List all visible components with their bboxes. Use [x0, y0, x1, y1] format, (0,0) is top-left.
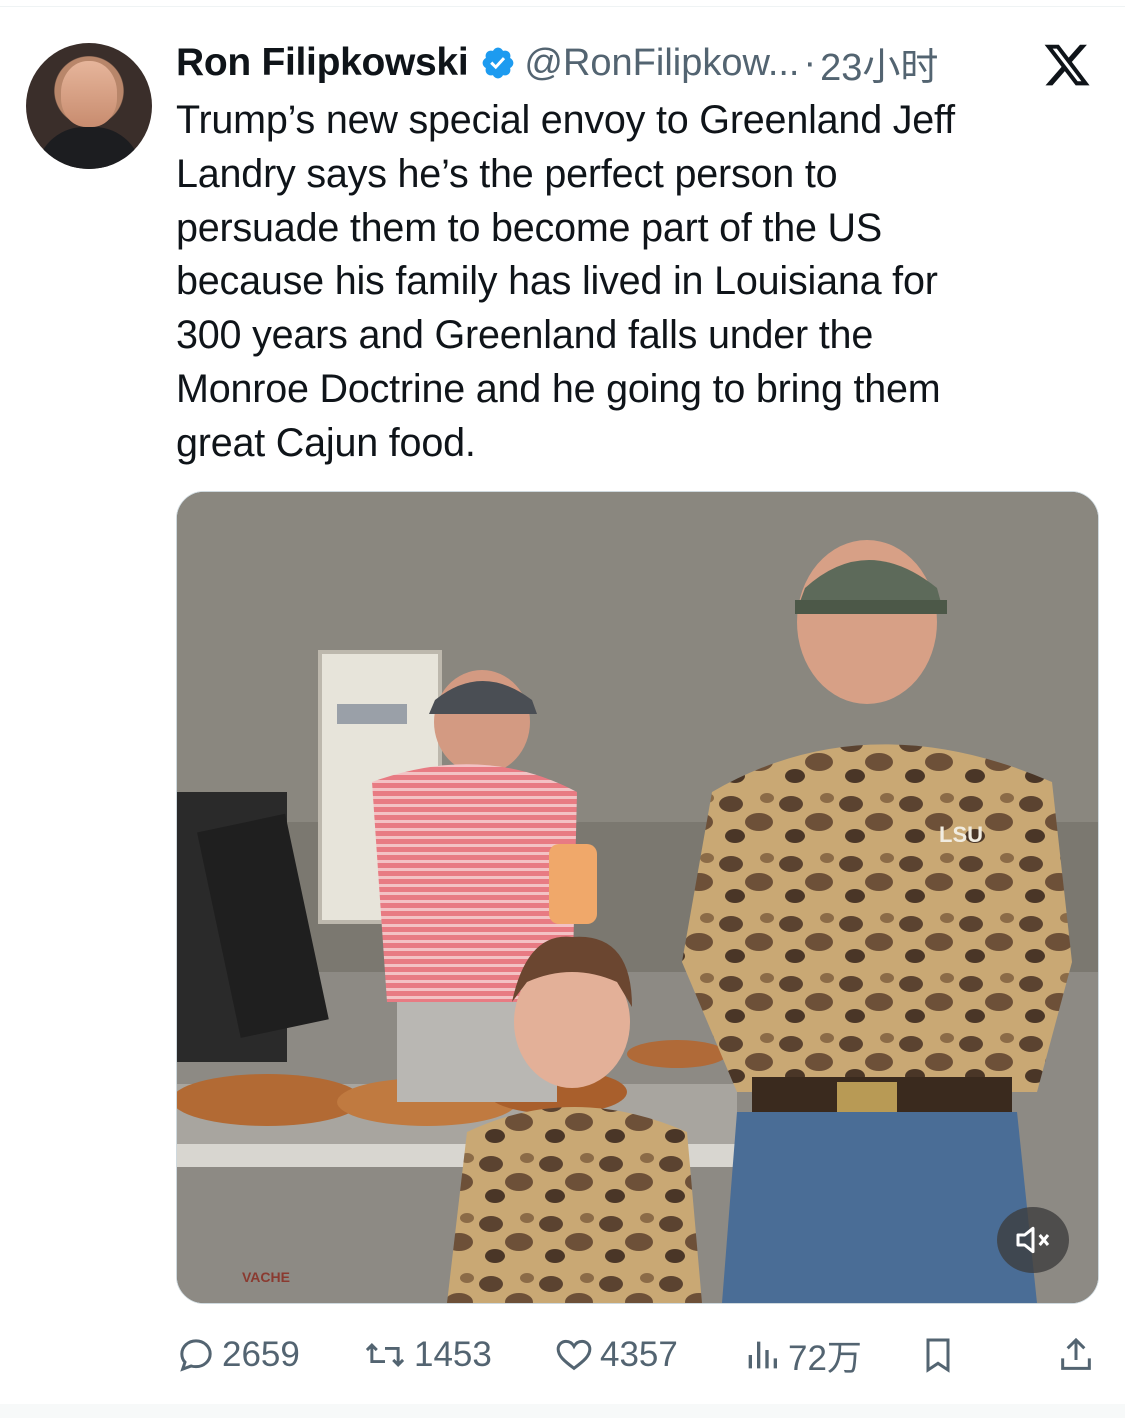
avatar-shirt	[36, 127, 142, 169]
author-handle[interactable]: @RonFilipkow...	[524, 42, 799, 85]
top-divider	[0, 6, 1125, 7]
shirt-logo: LSU	[939, 822, 983, 847]
verified-badge-icon	[483, 47, 514, 79]
repost-icon	[365, 1343, 405, 1367]
tweet-header: Ron Filipkowski @RonFilipkow... · 23小时	[176, 36, 1076, 90]
avatar-face	[61, 61, 117, 127]
views-icon	[748, 1341, 777, 1369]
share-button[interactable]	[1056, 1325, 1102, 1385]
repost-count: 1453	[414, 1335, 492, 1374]
reply-icon	[180, 1339, 212, 1372]
post-time[interactable]: 23小时	[820, 36, 938, 91]
like-button[interactable]: 4357	[554, 1325, 678, 1385]
bottom-divider	[0, 1404, 1125, 1418]
repost-button[interactable]: 1453	[362, 1325, 492, 1385]
speaker-muted-icon	[1016, 1226, 1050, 1254]
propane-tank-label: VACHE	[242, 1269, 290, 1285]
views-button[interactable]: 72万	[742, 1325, 862, 1385]
mute-button[interactable]	[997, 1207, 1069, 1273]
avatar[interactable]	[26, 43, 152, 169]
like-count: 4357	[600, 1335, 678, 1374]
like-icon	[556, 1339, 592, 1371]
tweet-text: Trump’s new special envoy to Greenland J…	[176, 98, 955, 465]
bookmark-button[interactable]	[918, 1325, 964, 1385]
reply-button[interactable]: 2659	[176, 1325, 300, 1385]
video-player[interactable]: LSU VACHE	[176, 491, 1099, 1304]
author-name[interactable]: Ron Filipkowski	[176, 41, 469, 85]
views-count: 72万	[788, 1338, 862, 1378]
bookmark-icon	[926, 1338, 950, 1373]
share-icon	[1061, 1337, 1091, 1370]
x-logo-icon	[1044, 44, 1090, 86]
action-bar: 2659 1453 4357 72万	[176, 1325, 1096, 1385]
separator-dot: ·	[803, 41, 817, 84]
video-frame: LSU VACHE	[177, 492, 1098, 1303]
reply-count: 2659	[222, 1335, 300, 1374]
